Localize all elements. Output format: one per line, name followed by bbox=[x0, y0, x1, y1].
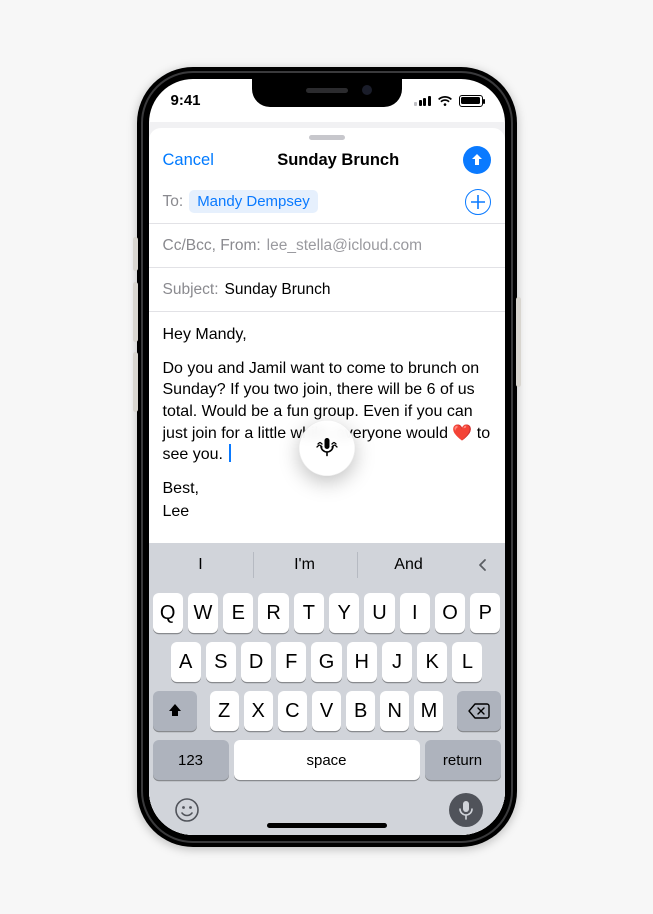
mute-switch bbox=[133, 237, 138, 271]
keyboard: Q W E R T Y U I O P A bbox=[149, 587, 505, 835]
key-s[interactable]: S bbox=[206, 642, 236, 682]
key-a[interactable]: A bbox=[171, 642, 201, 682]
cancel-button[interactable]: Cancel bbox=[163, 151, 214, 170]
compose-navbar: Cancel Sunday Brunch bbox=[149, 140, 505, 180]
key-b[interactable]: B bbox=[346, 691, 375, 731]
body-signoff: Best, bbox=[163, 478, 491, 500]
key-r[interactable]: R bbox=[258, 593, 288, 633]
subject-field[interactable]: Subject: Sunday Brunch bbox=[149, 268, 505, 312]
subject-value: Sunday Brunch bbox=[225, 281, 331, 299]
key-u[interactable]: U bbox=[364, 593, 394, 633]
emoji-icon bbox=[174, 797, 200, 823]
from-address: lee_stella@icloud.com bbox=[267, 237, 422, 255]
emoji-button[interactable] bbox=[171, 794, 203, 826]
key-l[interactable]: L bbox=[452, 642, 482, 682]
suggestion-1[interactable]: I bbox=[149, 543, 253, 587]
side-button bbox=[516, 297, 521, 387]
collapse-predictive-button[interactable] bbox=[461, 543, 505, 587]
key-o[interactable]: O bbox=[435, 593, 465, 633]
key-row-bottom: 123 space return bbox=[153, 740, 501, 780]
key-n[interactable]: N bbox=[380, 691, 409, 731]
key-k[interactable]: K bbox=[417, 642, 447, 682]
compose-sheet: Cancel Sunday Brunch To: Mandy Dempsey bbox=[149, 128, 505, 835]
arrow-up-icon bbox=[469, 152, 485, 168]
key-z[interactable]: Z bbox=[210, 691, 239, 731]
backspace-icon bbox=[468, 703, 490, 719]
key-c[interactable]: C bbox=[278, 691, 307, 731]
key-f[interactable]: F bbox=[276, 642, 306, 682]
subject-label: Subject: bbox=[163, 281, 219, 299]
numbers-key[interactable]: 123 bbox=[153, 740, 229, 780]
to-label: To: bbox=[163, 193, 184, 211]
voice-control-badge[interactable] bbox=[299, 420, 355, 476]
ccbcc-from-field[interactable]: Cc/Bcc, From: lee_stella@icloud.com bbox=[149, 224, 505, 268]
key-g[interactable]: G bbox=[311, 642, 341, 682]
key-q[interactable]: Q bbox=[153, 593, 183, 633]
volume-down-button bbox=[133, 352, 138, 412]
compose-title: Sunday Brunch bbox=[277, 151, 399, 170]
key-j[interactable]: J bbox=[382, 642, 412, 682]
key-row-2: A S D F G H J K L bbox=[153, 642, 501, 682]
mic-voice-icon bbox=[314, 435, 340, 461]
battery-icon bbox=[459, 95, 483, 107]
text-cursor bbox=[229, 444, 231, 462]
space-key[interactable]: space bbox=[234, 740, 420, 780]
ccbcc-from-label: Cc/Bcc, From: bbox=[163, 237, 261, 255]
key-v[interactable]: V bbox=[312, 691, 341, 731]
add-contact-button[interactable] bbox=[465, 189, 491, 215]
notch bbox=[252, 79, 402, 107]
shift-icon bbox=[166, 702, 184, 720]
body-name: Lee bbox=[163, 501, 491, 523]
key-y[interactable]: Y bbox=[329, 593, 359, 633]
status-time: 9:41 bbox=[171, 92, 201, 109]
volume-up-button bbox=[133, 282, 138, 342]
key-w[interactable]: W bbox=[188, 593, 218, 633]
key-row-1: Q W E R T Y U I O P bbox=[153, 593, 501, 633]
shift-key[interactable] bbox=[153, 691, 197, 731]
wifi-icon bbox=[437, 95, 453, 107]
screen: 9:41 Cancel Sunday Brunch bbox=[149, 79, 505, 835]
suggestion-2[interactable]: I'm bbox=[253, 543, 357, 587]
return-key[interactable]: return bbox=[425, 740, 501, 780]
cellular-signal-icon bbox=[414, 95, 431, 106]
dictation-button[interactable] bbox=[449, 793, 483, 827]
key-d[interactable]: D bbox=[241, 642, 271, 682]
chevron-left-icon bbox=[476, 558, 490, 572]
key-e[interactable]: E bbox=[223, 593, 253, 633]
key-h[interactable]: H bbox=[347, 642, 377, 682]
key-p[interactable]: P bbox=[470, 593, 500, 633]
key-t[interactable]: T bbox=[294, 593, 324, 633]
key-x[interactable]: X bbox=[244, 691, 273, 731]
to-field[interactable]: To: Mandy Dempsey bbox=[149, 180, 505, 224]
heart-emoji-icon: ❤️ bbox=[452, 425, 472, 442]
predictive-bar: I I'm And bbox=[149, 543, 505, 587]
mic-icon bbox=[458, 800, 474, 820]
send-button[interactable] bbox=[463, 146, 491, 174]
backspace-key[interactable] bbox=[457, 691, 501, 731]
suggestion-3[interactable]: And bbox=[357, 543, 461, 587]
recipient-chip[interactable]: Mandy Dempsey bbox=[189, 190, 318, 213]
key-i[interactable]: I bbox=[400, 593, 430, 633]
key-m[interactable]: M bbox=[414, 691, 443, 731]
iphone-frame: 9:41 Cancel Sunday Brunch bbox=[137, 67, 517, 847]
plus-icon bbox=[471, 195, 485, 209]
key-row-3: Z X C V B N M bbox=[153, 691, 501, 731]
body-greeting: Hey Mandy, bbox=[163, 324, 491, 346]
home-indicator[interactable] bbox=[267, 823, 387, 828]
